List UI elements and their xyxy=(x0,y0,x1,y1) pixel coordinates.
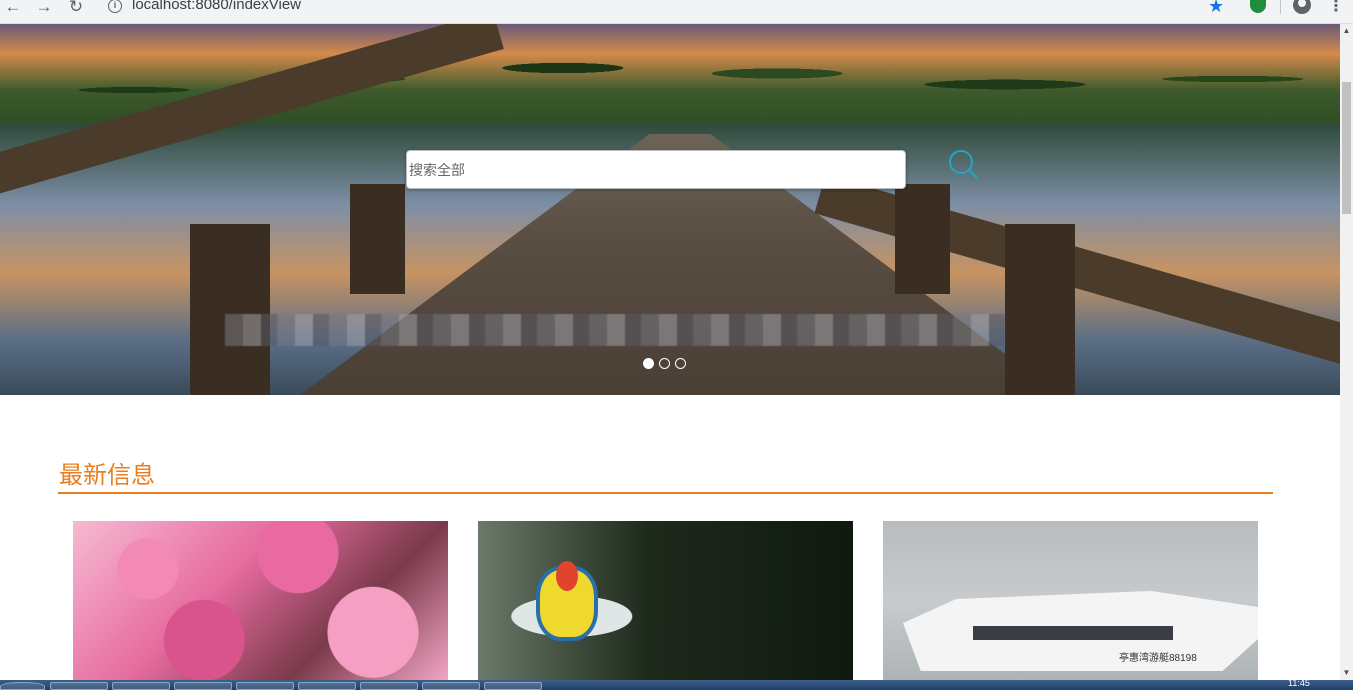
toolbar-divider xyxy=(1280,0,1281,14)
section-divider xyxy=(58,492,1273,494)
address-bar[interactable]: i localhost:8080/indexView xyxy=(98,0,1238,20)
section-title: 最新信息 xyxy=(59,462,155,489)
address-url[interactable]: localhost:8080/indexView xyxy=(132,0,301,13)
browser-toolbar: ← → ↻ i localhost:8080/indexView ★ ⋮ xyxy=(0,0,1353,24)
yacht-name-text: 亭惠湾游艇88198 xyxy=(1119,653,1197,664)
account-avatar-icon[interactable] xyxy=(1293,0,1311,14)
reload-icon[interactable]: ↻ xyxy=(65,0,87,19)
search-box xyxy=(406,150,906,189)
forward-arrow-icon[interactable]: → xyxy=(33,0,55,19)
scroll-up-icon[interactable]: ▲ xyxy=(1340,24,1353,38)
yacht-windows xyxy=(973,626,1173,640)
taskbar-app[interactable] xyxy=(174,682,232,690)
back-arrow-icon[interactable]: ← xyxy=(2,0,24,19)
taskbar-app[interactable] xyxy=(112,682,170,690)
site-info-icon[interactable]: i xyxy=(108,0,122,13)
bridge-post xyxy=(190,224,270,395)
news-card-cherry-blossom[interactable] xyxy=(73,521,448,680)
taskbar-app[interactable] xyxy=(50,682,108,690)
hero-carousel xyxy=(0,24,1340,395)
browser-menu-icon[interactable]: ⋮ xyxy=(1328,0,1344,16)
carousel-indicators xyxy=(643,358,686,369)
page-scrollbar[interactable]: ▲ ▼ xyxy=(1340,24,1353,680)
bridge-post xyxy=(350,184,405,294)
taskbar-clock: 11:45 xyxy=(1288,678,1310,688)
carousel-caption-pixelated xyxy=(225,314,1005,346)
extension-shield-icon[interactable] xyxy=(1250,0,1266,13)
bridge-post xyxy=(1005,224,1075,395)
scroll-thumb[interactable] xyxy=(1342,82,1351,214)
carousel-dot[interactable] xyxy=(675,358,686,369)
taskbar-app[interactable] xyxy=(484,682,542,690)
taskbar-app[interactable] xyxy=(298,682,356,690)
taskbar-app[interactable] xyxy=(360,682,418,690)
news-card-yacht[interactable]: 亭惠湾游艇88198 xyxy=(883,521,1258,680)
bridge-post xyxy=(895,184,950,294)
taskbar-app[interactable] xyxy=(236,682,294,690)
news-card-rafting[interactable] xyxy=(478,521,853,680)
search-icon[interactable] xyxy=(948,149,978,179)
bookmark-star-icon[interactable]: ★ xyxy=(1208,0,1224,17)
search-input[interactable] xyxy=(407,151,905,188)
scroll-down-icon[interactable]: ▼ xyxy=(1340,666,1353,680)
start-button[interactable] xyxy=(0,682,45,690)
carousel-dot[interactable] xyxy=(643,358,654,369)
rafter xyxy=(556,561,578,591)
os-taskbar: 11:45 xyxy=(0,678,1353,690)
taskbar-app[interactable] xyxy=(422,682,480,690)
carousel-dot[interactable] xyxy=(659,358,670,369)
